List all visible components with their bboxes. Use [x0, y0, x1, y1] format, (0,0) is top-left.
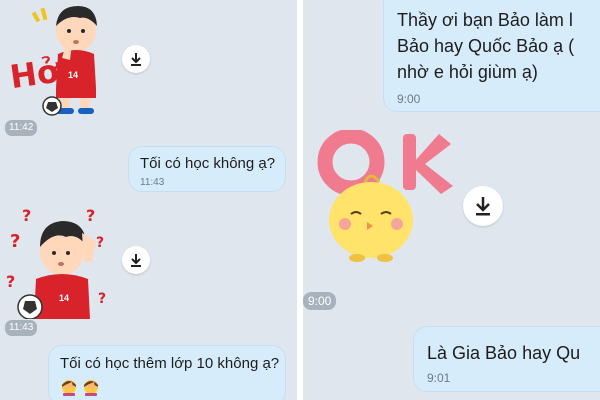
timestamp-chip: 11:42	[5, 120, 38, 136]
svg-text:?: ?	[6, 272, 15, 291]
message-text-line-3: nhờ e hỏi giùm ạ)	[397, 62, 538, 82]
message-bubble-outgoing[interactable]: Thầy ơi bạn Bảo làm l Bảo hay Quốc Bảo ạ…	[383, 0, 600, 112]
message-bubble-outgoing[interactable]: Tối có học thêm lớp 10 không ạ?	[48, 345, 286, 400]
sticker-footballer-confused[interactable]: Hở 14	[0, 0, 110, 118]
message-text: Là Gia Bảo hay Qu	[427, 343, 581, 363]
jersey-number: 14	[68, 70, 79, 80]
svg-text:?: ?	[86, 206, 95, 225]
download-button-2[interactable]	[122, 246, 150, 274]
message-text: Tối có học thêm lớp 10 không ạ?	[60, 355, 280, 372]
message-text: Tối có học không ạ?	[140, 155, 276, 172]
message-bubble-outgoing[interactable]: Tối có học không ạ? 11:43	[128, 146, 286, 192]
chat-panel-right: Thầy ơi bạn Bảo làm l Bảo hay Quốc Bảo ạ…	[303, 0, 600, 400]
message-text-line-1: Thầy ơi bạn Bảo làm l	[397, 10, 573, 30]
svg-text:?: ?	[98, 291, 106, 307]
exclamation-icon	[31, 7, 48, 23]
message-time: 11:43	[140, 177, 165, 188]
message-bubble-outgoing[interactable]: Là Gia Bảo hay Qu 9:01	[413, 326, 600, 392]
timestamp-chip: 11:43	[5, 320, 38, 336]
sticker-ok-chick[interactable]: OK	[311, 128, 461, 275]
download-icon	[476, 197, 490, 216]
sticker-exclaim-text: Hở	[7, 51, 62, 97]
facepalm-emoji	[84, 380, 98, 396]
timestamp-chip: 9:00	[303, 292, 337, 310]
download-icon	[131, 53, 141, 66]
message-text-line-2: Bảo hay Quốc Bảo ạ (	[397, 36, 575, 56]
svg-text:?: ?	[96, 235, 104, 251]
download-icon	[131, 254, 141, 267]
jersey-number: 14	[59, 293, 70, 303]
svg-text:?: ?	[10, 231, 20, 252]
chat-panel-left: Hở 14 11:42 Tối có học không ạ? 11:43 ? …	[0, 0, 297, 400]
download-button-1[interactable]	[122, 45, 150, 73]
ok-chick-sticker-image	[317, 128, 453, 262]
message-time: 9:01	[427, 371, 451, 385]
svg-text:?: ?	[22, 206, 31, 225]
sticker-footballer-puzzled[interactable]: ? ? ? ? ? ? 14	[4, 203, 114, 320]
download-button-3[interactable]	[463, 186, 503, 226]
message-time: 9:00	[397, 92, 421, 106]
facepalm-emoji	[62, 380, 76, 396]
